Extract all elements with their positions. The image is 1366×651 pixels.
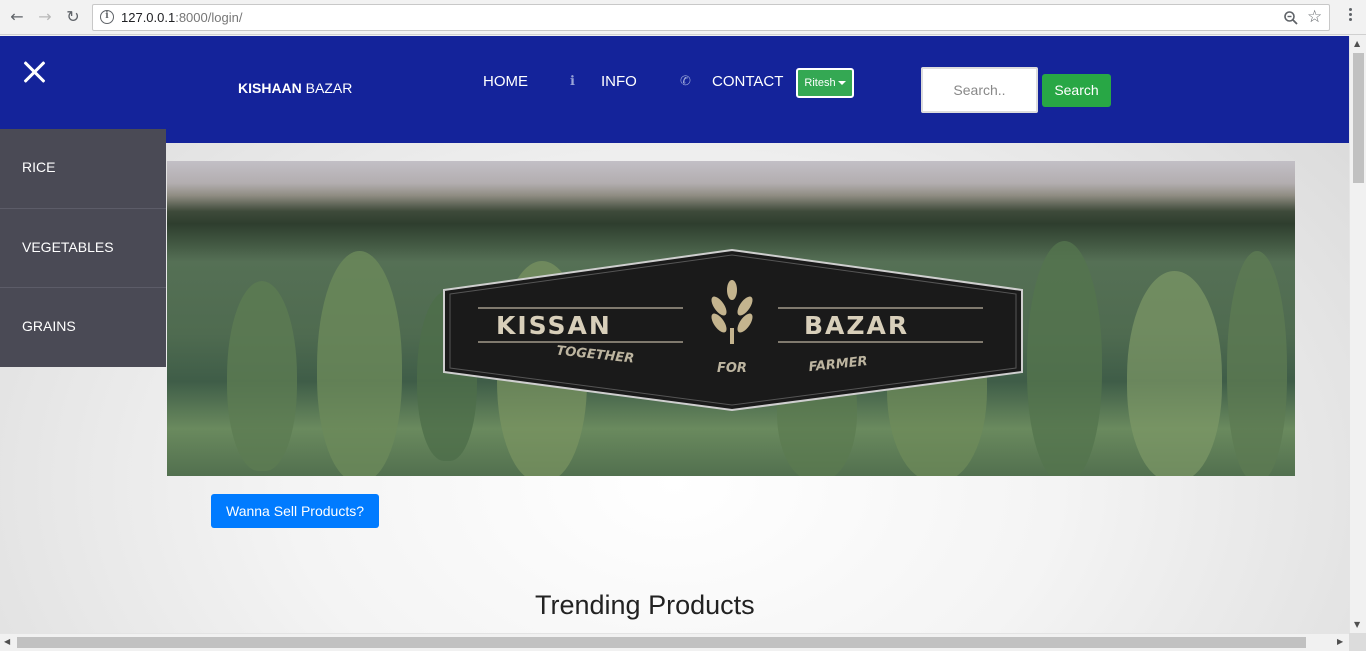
nav-info[interactable]: INFO bbox=[601, 73, 637, 90]
caret-down-icon bbox=[837, 81, 846, 86]
address-url[interactable]: 127.0.0.1:8000/login/ bbox=[121, 10, 242, 25]
nav-home[interactable]: HOME bbox=[483, 73, 528, 90]
nav-contact[interactable]: CONTACT bbox=[712, 73, 783, 90]
user-dropdown-button[interactable]: Ritesh bbox=[796, 68, 854, 98]
sidebar-item-grains[interactable]: GRAINS bbox=[0, 288, 166, 368]
site-info-icon[interactable]: i bbox=[100, 10, 114, 24]
search-input[interactable] bbox=[921, 67, 1038, 113]
brand-rest: BAZAR bbox=[301, 80, 353, 96]
phone-icon: ✆ bbox=[680, 74, 691, 89]
close-icon[interactable] bbox=[22, 60, 48, 86]
logo-text-right: BAZAR bbox=[804, 311, 909, 340]
sidebar-item-rice[interactable]: RICE bbox=[0, 129, 166, 209]
browser-toolbar: ← → ↻ i 127.0.0.1:8000/login/ ☆ bbox=[0, 0, 1366, 35]
zoom-icon[interactable] bbox=[1283, 10, 1299, 26]
sell-products-button[interactable]: Wanna Sell Products? bbox=[211, 494, 379, 528]
sidebar-item-vegetables[interactable]: VEGETABLES bbox=[0, 209, 166, 288]
side-menu: RICE VEGETABLES GRAINS bbox=[0, 129, 166, 367]
section-title: Trending Products bbox=[535, 590, 755, 620]
search-button[interactable]: Search bbox=[1042, 74, 1111, 107]
scroll-right-icon[interactable]: ▶ bbox=[1337, 637, 1343, 646]
vertical-scrollbar[interactable]: ▲ ▼ bbox=[1349, 36, 1366, 633]
forward-arrow-icon[interactable]: → bbox=[35, 7, 55, 27]
url-path: :8000/login/ bbox=[175, 10, 243, 25]
brand-bold: KISHAAN bbox=[238, 80, 302, 96]
scrollbar-corner bbox=[1349, 633, 1366, 651]
horizontal-scroll-thumb[interactable] bbox=[17, 637, 1306, 648]
brand-logo[interactable]: KISHAAN BAZAR bbox=[238, 80, 352, 96]
back-arrow-icon[interactable]: ← bbox=[7, 7, 27, 27]
address-bar[interactable]: i 127.0.0.1:8000/login/ ☆ bbox=[92, 4, 1330, 31]
page-viewport: KISHAAN BAZAR HOME ℹ INFO ✆ CONTACT Rite… bbox=[0, 36, 1349, 633]
top-navbar: KISHAAN BAZAR HOME ℹ INFO ✆ CONTACT Rite… bbox=[0, 36, 1349, 143]
browser-menu-icon[interactable] bbox=[1343, 6, 1357, 26]
bookmark-star-icon[interactable]: ☆ bbox=[1307, 7, 1322, 27]
info-icon: ℹ bbox=[570, 74, 575, 89]
user-name: Ritesh bbox=[804, 77, 836, 89]
logo-text-left: KISSAN bbox=[496, 311, 612, 340]
reload-icon[interactable]: ↻ bbox=[63, 7, 83, 27]
scroll-up-icon[interactable]: ▲ bbox=[1354, 39, 1360, 48]
kissan-bazar-logo: KISSAN BAZAR TOGETHER FOR FARMER bbox=[443, 248, 1023, 412]
tagline-for: FOR bbox=[717, 361, 747, 376]
url-host: 127.0.0.1 bbox=[121, 10, 176, 25]
vertical-scroll-thumb[interactable] bbox=[1353, 53, 1364, 183]
scroll-down-icon[interactable]: ▼ bbox=[1354, 620, 1360, 629]
scroll-left-icon[interactable]: ◀ bbox=[4, 637, 10, 646]
horizontal-scrollbar[interactable]: ◀ ▶ bbox=[0, 633, 1349, 651]
